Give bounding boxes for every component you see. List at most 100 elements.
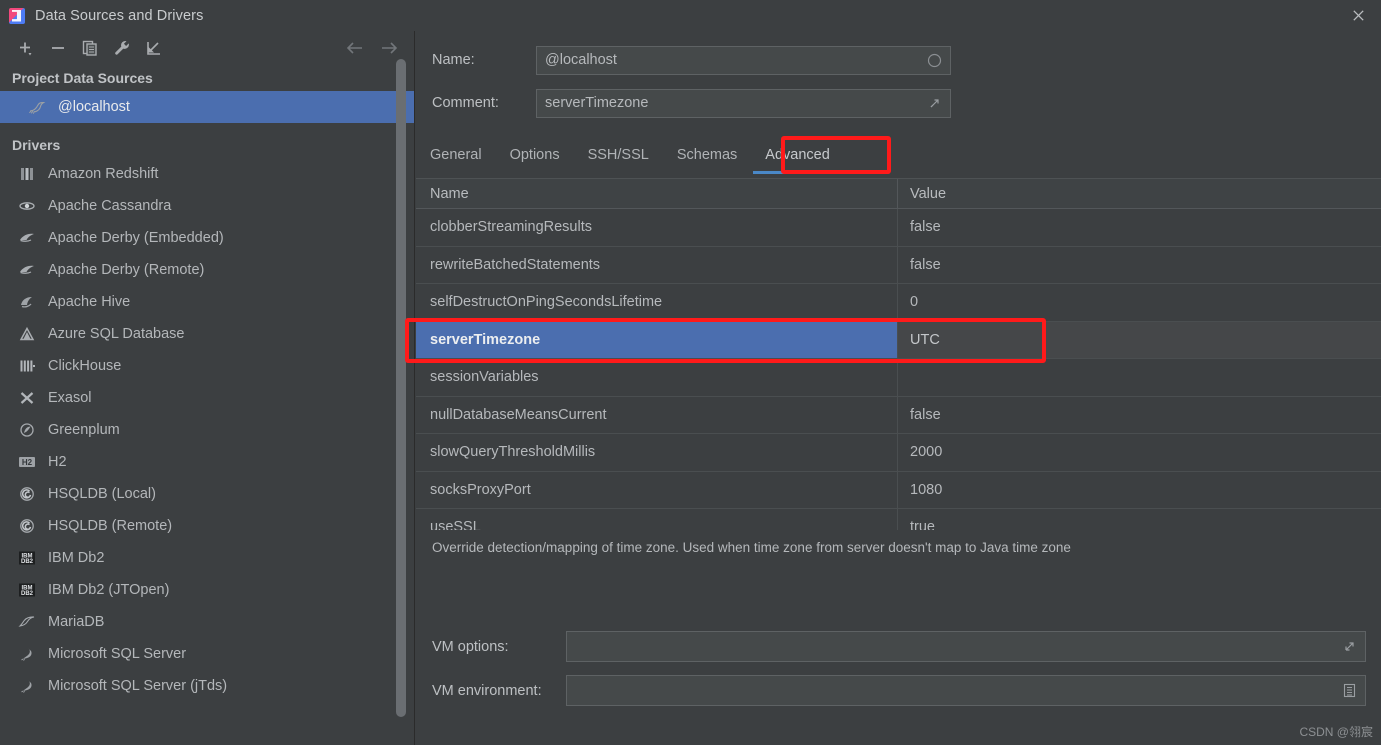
driver-label: IBM Db2: [48, 550, 105, 566]
tab-label: Options: [509, 147, 560, 163]
table-row[interactable]: selfDestructOnPingSecondsLifetime 0: [416, 284, 1381, 322]
arrow-right-icon[interactable]: [372, 34, 406, 62]
property-value-editing[interactable]: UTC: [897, 321, 1381, 358]
exasol-icon: [16, 389, 38, 407]
h2-icon: H2: [16, 453, 38, 471]
project-data-sources-group-label: Project Data Sources: [12, 70, 153, 86]
driver-item-mariadb[interactable]: MariaDB: [0, 606, 414, 638]
arrow-left-icon[interactable]: [338, 34, 372, 62]
property-value[interactable]: 2000: [897, 434, 1381, 471]
driver-label: Microsoft SQL Server (jTds): [48, 678, 228, 694]
svg-text:DB2: DB2: [21, 559, 34, 565]
driver-item-h2[interactable]: H2 H2: [0, 446, 414, 478]
mysql-dolphin-icon: [26, 98, 48, 116]
driver-label: MariaDB: [48, 614, 105, 630]
driver-item-exasol[interactable]: Exasol: [0, 382, 414, 414]
import-arrow-icon[interactable]: [138, 34, 170, 62]
data-sources-and-drivers-dialog: Data Sources and Drivers Project Data So…: [0, 0, 1381, 745]
data-source-item-localhost[interactable]: @localhost: [0, 91, 414, 123]
table-row[interactable]: sessionVariables: [416, 359, 1381, 397]
name-input[interactable]: @localhost: [536, 45, 951, 75]
tab-label: Schemas: [676, 147, 738, 163]
driver-label: Greenplum: [48, 422, 120, 438]
property-value[interactable]: false: [897, 209, 1381, 246]
name-label: Name:: [432, 52, 475, 68]
driver-item-microsoft-sql-server-jtds[interactable]: Microsoft SQL Server (jTds): [0, 670, 414, 702]
expand-icon[interactable]: [1341, 639, 1357, 655]
tab-ssh-ssl[interactable]: SSH/SSL: [574, 136, 663, 174]
driver-label: Apache Hive: [48, 294, 131, 310]
property-value[interactable]: false: [897, 246, 1381, 283]
table-row-selected[interactable]: serverTimezone UTC: [416, 321, 1381, 359]
tab-options[interactable]: Options: [496, 136, 574, 174]
left-panel-scrollbar[interactable]: [396, 59, 406, 717]
driver-item-ibm-db2[interactable]: IBM DB2 IBM Db2: [0, 542, 414, 574]
column-header-name[interactable]: Name: [416, 186, 897, 202]
expand-icon[interactable]: [926, 95, 942, 111]
property-description: Override detection/mapping of time zone.…: [432, 540, 1071, 555]
table-row[interactable]: useSSL true: [416, 509, 1381, 530]
table-row[interactable]: rewriteBatchedStatements false: [416, 246, 1381, 284]
hive-icon: [16, 293, 38, 311]
minus-icon[interactable]: [42, 34, 74, 62]
driver-label: HSQLDB (Local): [48, 486, 156, 502]
vm-environment-input[interactable]: [566, 675, 1366, 706]
driver-item-apache-cassandra[interactable]: Apache Cassandra: [0, 190, 414, 222]
driver-label: Apache Derby (Remote): [48, 262, 205, 278]
tab-label: General: [430, 147, 482, 163]
driver-item-clickhouse[interactable]: ClickHouse: [0, 350, 414, 382]
vm-options-label: VM options:: [432, 638, 509, 655]
driver-item-apache-derby-embedded[interactable]: Apache Derby (Embedded): [0, 222, 414, 254]
property-name: sessionVariables: [430, 369, 539, 386]
comment-field-row: Comment: serverTimezone: [432, 88, 1381, 118]
column-header-value[interactable]: Value: [897, 179, 1381, 209]
driver-label: Apache Cassandra: [48, 198, 172, 214]
table-row[interactable]: socksProxyPort 1080: [416, 471, 1381, 509]
copy-icon[interactable]: [74, 34, 106, 62]
hsqldb-icon: [16, 485, 38, 503]
driver-label: Microsoft SQL Server: [48, 646, 187, 662]
db2-icon: IBM DB2: [16, 549, 38, 567]
driver-item-ibm-db2-jtopen[interactable]: IBM DB2 IBM Db2 (JTOpen): [0, 574, 414, 606]
driver-item-hsqldb-local[interactable]: HSQLDB (Local): [0, 478, 414, 510]
list-editor-icon[interactable]: [1341, 683, 1357, 699]
driver-item-apache-derby-remote[interactable]: Apache Derby (Remote): [0, 254, 414, 286]
driver-item-hsqldb-remote[interactable]: HSQLDB (Remote): [0, 510, 414, 542]
comment-input[interactable]: serverTimezone: [536, 88, 951, 118]
driver-label: Amazon Redshift: [48, 166, 159, 182]
property-value[interactable]: 1080: [897, 471, 1381, 508]
window-title: Data Sources and Drivers: [35, 7, 204, 24]
close-icon[interactable]: [1335, 0, 1381, 31]
property-value[interactable]: 0: [897, 284, 1381, 321]
driver-item-apache-hive[interactable]: Apache Hive: [0, 286, 414, 318]
table-row[interactable]: nullDatabaseMeansCurrent false: [416, 396, 1381, 434]
refresh-circle-icon[interactable]: [926, 52, 942, 68]
left-panel: Project Data Sources @localhost Drivers: [0, 31, 415, 745]
vm-environment-row: VM environment:: [416, 675, 1381, 706]
driver-label: IBM Db2 (JTOpen): [48, 582, 170, 598]
driver-item-greenplum[interactable]: Greenplum: [0, 414, 414, 446]
comment-input-value: serverTimezone: [545, 95, 649, 111]
property-value[interactable]: false: [897, 396, 1381, 433]
plus-icon[interactable]: [10, 34, 42, 62]
redshift-icon: [16, 165, 38, 183]
comment-label: Comment:: [432, 95, 499, 111]
driver-item-microsoft-sql-server[interactable]: Microsoft SQL Server: [0, 638, 414, 670]
property-name: selfDestructOnPingSecondsLifetime: [430, 294, 663, 311]
property-value[interactable]: [897, 359, 1381, 396]
property-name: useSSL: [430, 519, 481, 530]
table-row[interactable]: clobberStreamingResults false: [416, 209, 1381, 247]
vm-options-input[interactable]: [566, 631, 1366, 662]
mssql-icon: [16, 645, 38, 663]
tab-schemas[interactable]: Schemas: [663, 136, 751, 174]
tab-advanced[interactable]: Advanced: [751, 136, 844, 174]
property-value[interactable]: true: [897, 509, 1381, 530]
driver-item-amazon-redshift[interactable]: Amazon Redshift: [0, 158, 414, 190]
table-row[interactable]: slowQueryThresholdMillis 2000: [416, 434, 1381, 472]
svg-text:H2: H2: [22, 458, 33, 467]
wrench-icon[interactable]: [106, 34, 138, 62]
drivers-list: Amazon Redshift Apache Cassandra Apache …: [0, 158, 414, 702]
tab-label: SSH/SSL: [587, 147, 649, 163]
driver-item-azure-sql-database[interactable]: Azure SQL Database: [0, 318, 414, 350]
tab-general[interactable]: General: [416, 136, 496, 174]
